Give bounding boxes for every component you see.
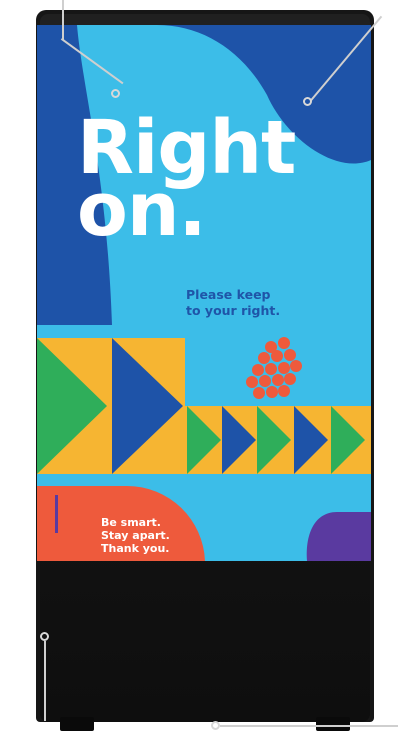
stand-foot-left [60, 717, 94, 731]
subheading-line-2: to your right. [186, 303, 281, 318]
subheading-line-1: Please keep [186, 287, 271, 302]
callout-dot-1 [111, 89, 120, 98]
callout-dot-3 [40, 632, 49, 641]
footer-line-1: Be smart. [101, 516, 161, 529]
stand-foot-right [316, 717, 350, 731]
callout-line-1 [62, 0, 64, 40]
callout-line-3 [44, 641, 46, 721]
callout-line-4 [220, 725, 398, 727]
display-screen: Right on. Please keep to your right. Be … [37, 25, 371, 561]
callout-dot-2 [303, 97, 312, 106]
footer-line-2: Stay apart. [101, 529, 170, 542]
footer-line-3: Thank you. [101, 542, 170, 555]
purple-accent-bar [55, 495, 58, 533]
subheading: Please keep to your right. [186, 287, 280, 319]
callout-dot-4 [211, 721, 220, 730]
headline: Right on. [77, 111, 296, 247]
footer-message: Be smart. Stay apart. Thank you. [101, 516, 170, 555]
